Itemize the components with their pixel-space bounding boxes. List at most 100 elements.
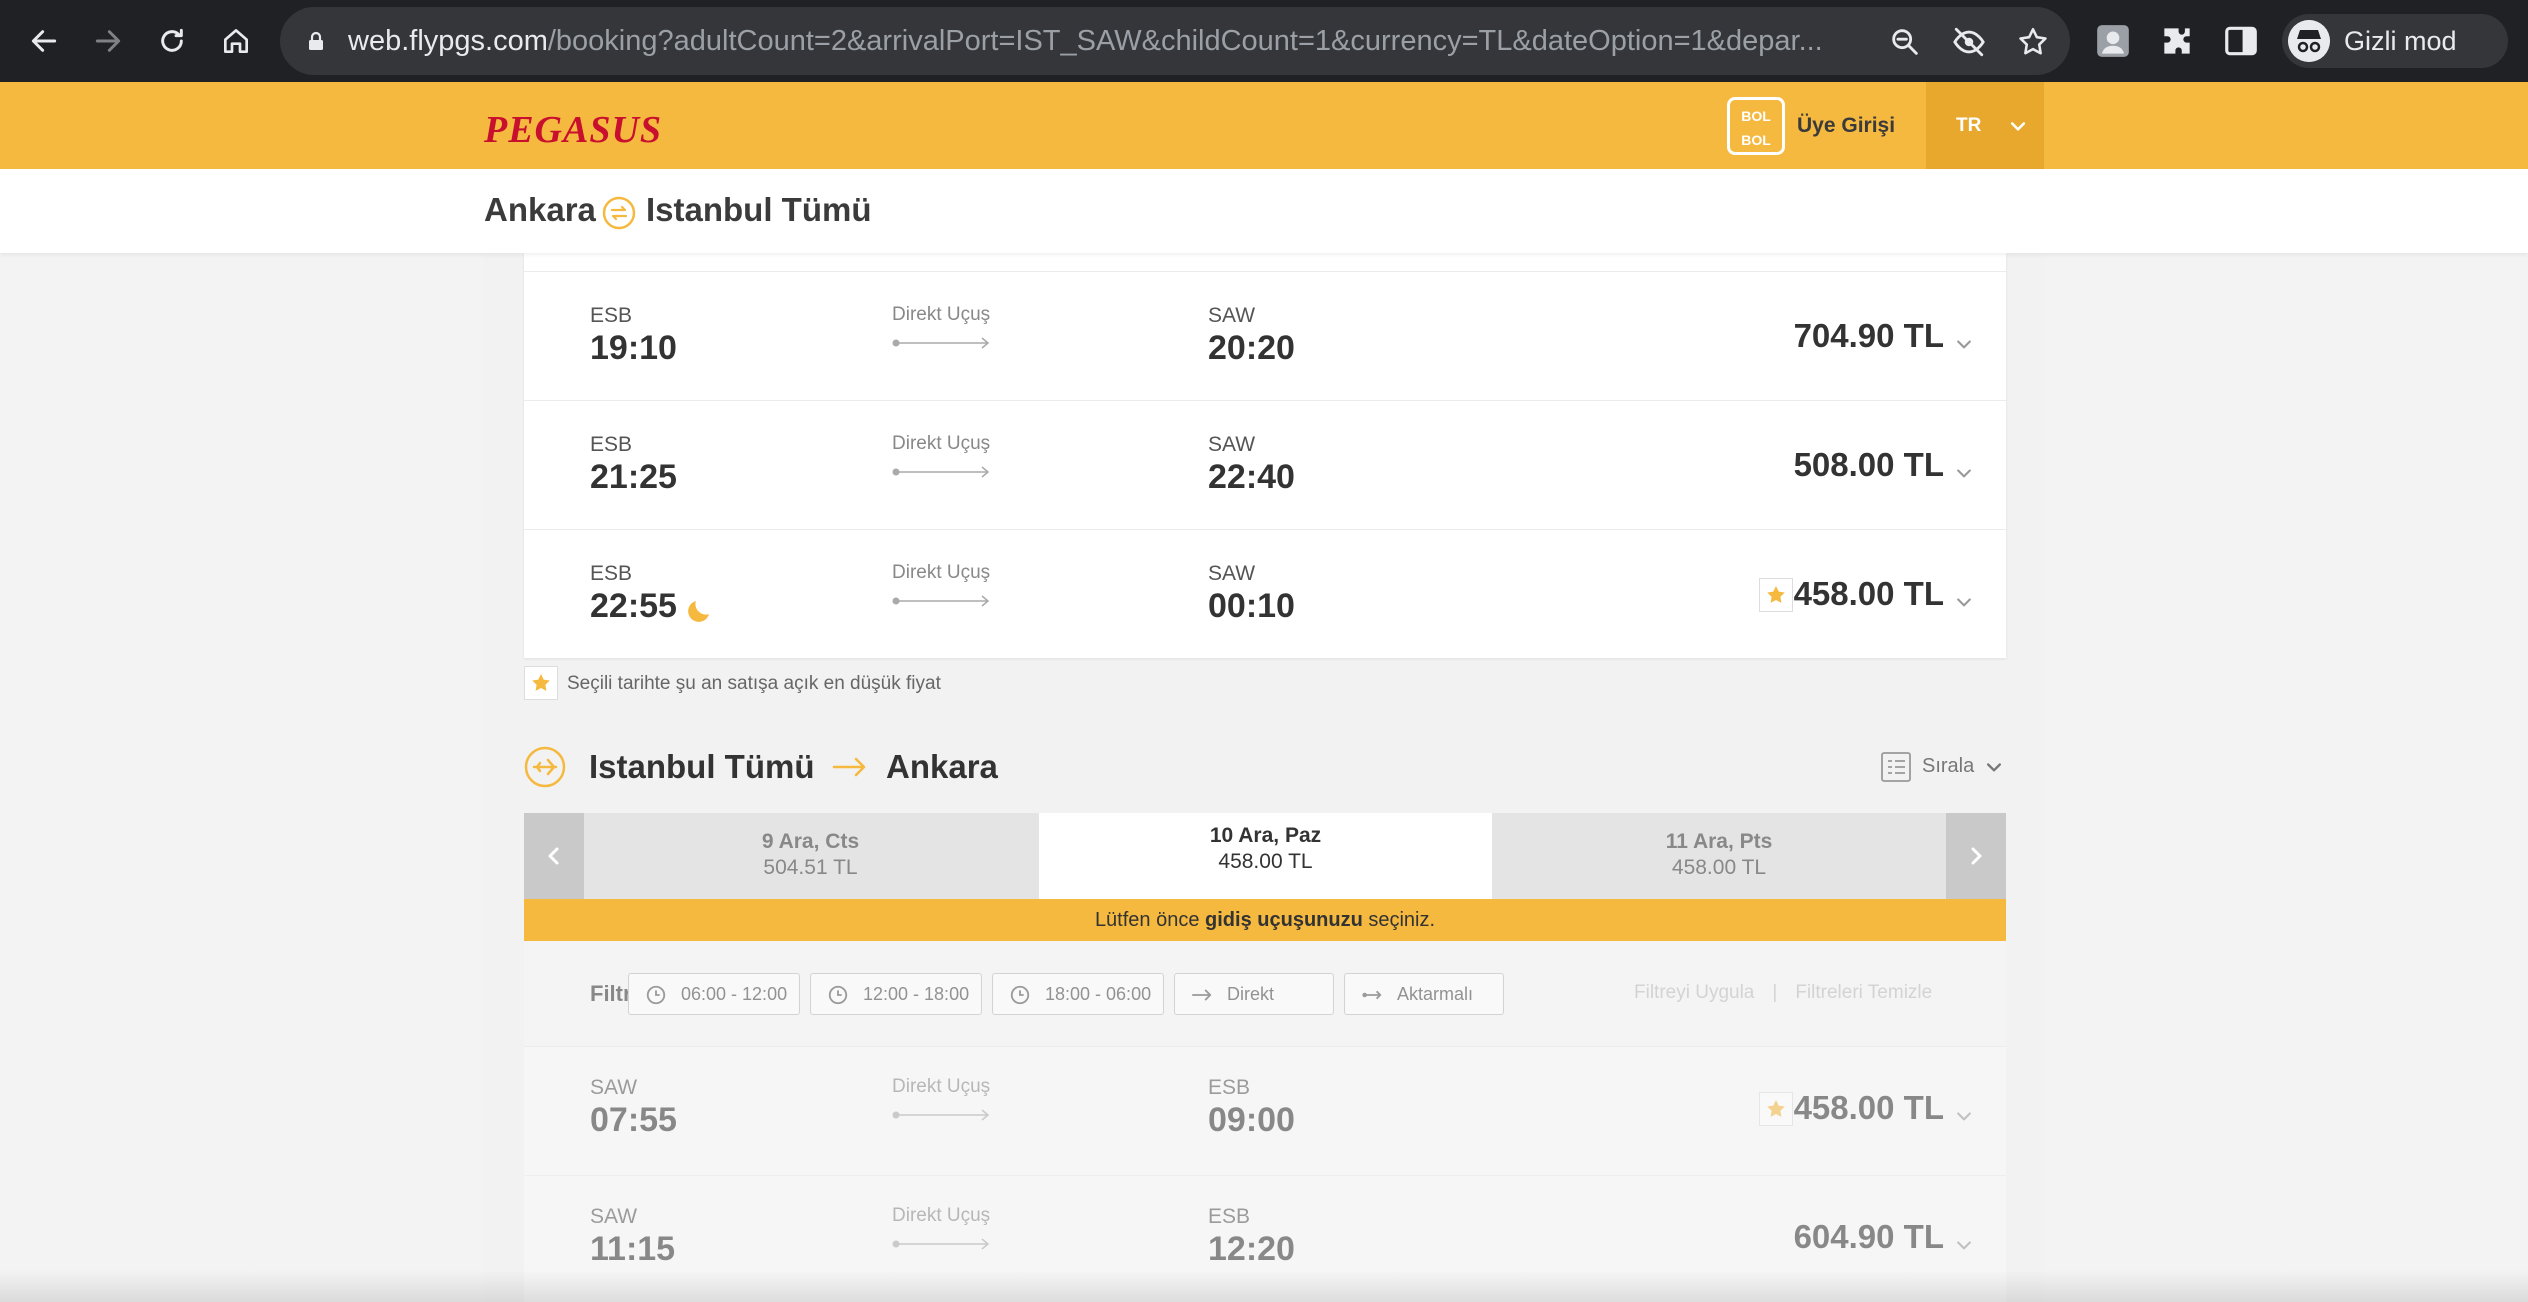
return-flight-list: Filtrele 06:00 - 12:00 12:00 - 18:00 18:… (524, 941, 2006, 1302)
return-section-header: Istanbul Tümü Ankara Sırala (524, 741, 2006, 793)
bolbol-top: BOL (1741, 108, 1771, 124)
filter-label-text: 12:00 - 18:00 (863, 984, 970, 1004)
filter-label-text: Direkt (1227, 984, 1275, 1004)
lock-icon (309, 31, 323, 50)
forward-button[interactable] (86, 19, 130, 63)
chevron-down-icon[interactable] (1954, 334, 1974, 354)
flight-row[interactable]: ESB 22:55 Direkt Uçuş SAW 00:10 458.00 T… (524, 529, 2006, 658)
date-option[interactable]: 11 Ara, Pts 458.00 TL (1492, 813, 1946, 899)
direct-flight-arrow-icon (892, 337, 990, 349)
connecting-flight-icon (1362, 990, 1382, 1000)
filter-afternoon[interactable]: 12:00 - 18:00 (810, 973, 982, 1015)
flight-price[interactable]: 508.00 TL (1794, 446, 1944, 484)
departure-time: 21:25 (590, 458, 677, 496)
departure-airport: ESB (590, 304, 633, 327)
chevron-down-icon[interactable] (1954, 1106, 1974, 1126)
clock-icon (828, 985, 848, 1005)
page-bottom-shadow (0, 1270, 2528, 1302)
select-outbound-notice: Lütfen önce gidiş uçuşunuzu seçiniz. (524, 899, 2006, 941)
clock-icon (646, 985, 666, 1005)
chevron-down-icon (2010, 122, 2026, 131)
address-bar[interactable]: web.flypgs.com/booking?adultCount=2&arri… (280, 7, 2070, 75)
extensions-puzzle-icon[interactable] (2158, 22, 2196, 60)
filter-evening[interactable]: 18:00 - 06:00 (992, 973, 1164, 1015)
flight-row[interactable]: ESB 19:10 Direkt Uçuş SAW 20:20 704.90 T… (524, 271, 2006, 400)
flight-row[interactable]: ESB 21:25 Direkt Uçuş SAW 22:40 508.00 T… (524, 400, 2006, 529)
apply-filter-button[interactable]: Filtreyi Uygula (1634, 982, 1754, 1003)
date-price: 458.00 TL (1671, 856, 1767, 879)
clock-icon (1010, 985, 1030, 1005)
direct-flight-arrow-icon (892, 1109, 990, 1121)
home-button[interactable] (214, 19, 258, 63)
arrow-right-icon (832, 757, 866, 777)
star-icon (1767, 1100, 1785, 1117)
star-icon (532, 674, 550, 691)
arrow-right-icon (95, 30, 121, 52)
star-bookmark-icon[interactable] (2016, 25, 2050, 59)
chevron-left-icon (548, 847, 559, 865)
filter-morning[interactable]: 06:00 - 12:00 (628, 973, 800, 1015)
back-button[interactable] (22, 19, 66, 63)
direct-flight-arrow-icon (892, 595, 990, 607)
next-date-button[interactable] (1946, 813, 2006, 899)
date-option-selected[interactable]: 10 Ara, Paz 458.00 TL (1039, 813, 1492, 899)
filter-label-text: 06:00 - 12:00 (681, 984, 788, 1004)
sort-list-icon (1881, 752, 1911, 782)
member-login-link[interactable]: Üye Girişi (1797, 82, 1895, 169)
incognito-icon (2288, 20, 2330, 62)
return-flight-row[interactable]: SAW 07:55 Direkt Uçuş ESB 09:00 458.00 T… (524, 1047, 2006, 1176)
zoom-icon[interactable] (1888, 25, 1922, 59)
language-selector[interactable]: TR (1926, 82, 2044, 169)
previous-date-button[interactable] (524, 813, 584, 899)
sort-button[interactable]: Sırala (1880, 749, 2006, 785)
arrival-airport: ESB (1208, 1076, 1251, 1099)
flight-price[interactable]: 458.00 TL (1794, 575, 1944, 613)
side-panel-icon[interactable] (2222, 22, 2260, 60)
filter-connecting[interactable]: Aktarmalı (1344, 973, 1504, 1015)
incognito-profile-button[interactable]: Gizli mod (2282, 14, 2508, 68)
clear-filters-button[interactable]: Filtreleri Temizle (1795, 982, 1932, 1003)
flight-price[interactable]: 704.90 TL (1794, 317, 1944, 355)
extension-avatar-icon[interactable] (2094, 22, 2132, 60)
url-host: web.flypgs.com (348, 25, 548, 57)
reload-button[interactable] (150, 19, 194, 63)
pegasus-logo[interactable]: PEGASUS (484, 108, 662, 152)
direct-arrow-icon (1191, 989, 1212, 1001)
filter-direct[interactable]: Direkt (1174, 973, 1334, 1015)
chevron-down-icon[interactable] (1954, 592, 1974, 612)
arrival-airport: SAW (1208, 433, 1256, 456)
departure-airport: ESB (590, 433, 633, 456)
outbound-flight-list: ESB 19:10 Direkt Uçuş SAW 20:20 704.90 T… (524, 253, 2006, 658)
arrival-airport: SAW (1208, 562, 1256, 585)
flight-type: Direkt Uçuş (892, 1205, 991, 1226)
bolbol-icon[interactable]: BOL BOL (1727, 97, 1785, 155)
chevron-down-icon[interactable] (1954, 463, 1974, 483)
filter-label-text: Aktarmalı (1397, 984, 1474, 1004)
date-label: 10 Ara, Paz (1209, 824, 1322, 847)
reload-icon (161, 28, 183, 52)
arrival-time: 20:20 (1208, 329, 1295, 367)
arrival-time: 00:10 (1208, 587, 1295, 625)
arrival-airport: SAW (1208, 304, 1256, 327)
flight-price[interactable]: 458.00 TL (1794, 1089, 1944, 1127)
arrow-left-icon (31, 30, 57, 52)
date-selector: 9 Ara, Cts 504.51 TL 10 Ara, Paz 458.00 … (524, 813, 2006, 899)
flight-type: Direkt Uçuş (892, 1076, 991, 1097)
filter-bar: Filtrele 06:00 - 12:00 12:00 - 18:00 18:… (524, 941, 2006, 1047)
round-trip-icon (602, 196, 636, 230)
departure-airport: SAW (590, 1076, 638, 1099)
chevron-down-icon[interactable] (1954, 1235, 1974, 1255)
arrival-time: 12:20 (1208, 1230, 1295, 1268)
eye-slash-icon[interactable] (1952, 25, 1986, 59)
flight-price[interactable]: 604.90 TL (1794, 1218, 1944, 1256)
date-option[interactable]: 9 Ara, Cts 504.51 TL (584, 813, 1037, 899)
return-origin: Istanbul Tümü (589, 748, 815, 785)
date-label: 9 Ara, Cts (761, 830, 860, 853)
departure-time: 07:55 (590, 1101, 677, 1139)
url-path: /booking?adultCount=2&arrivalPort=IST_SA… (547, 25, 1823, 57)
route-destination: Istanbul Tümü (646, 191, 872, 228)
moon-icon (688, 601, 709, 622)
date-price: 458.00 TL (1218, 850, 1313, 873)
language-code: TR (1956, 115, 1982, 136)
route-origin: Ankara (484, 191, 596, 228)
